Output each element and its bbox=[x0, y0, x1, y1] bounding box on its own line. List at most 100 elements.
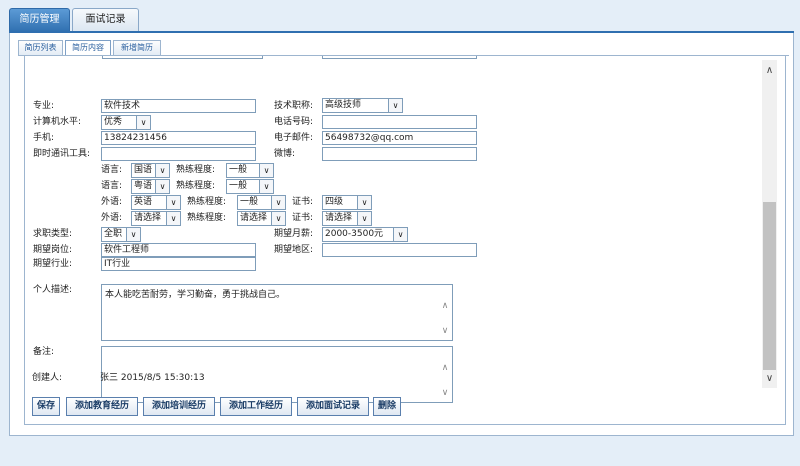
language-1-proficiency-label: 熟练程度: bbox=[176, 165, 216, 175]
tab-resume-content[interactable]: 简历内容 bbox=[65, 40, 111, 56]
chevron-up-icon[interactable]: ∧ bbox=[438, 301, 452, 311]
mobile-label: 手机: bbox=[33, 133, 55, 143]
chevron-down-icon: ∨ bbox=[388, 99, 402, 112]
mobile-input[interactable]: 13824231456 bbox=[101, 131, 256, 145]
chevron-up-icon[interactable]: ∧ bbox=[438, 363, 452, 373]
tech-title-label: 技术职称: bbox=[274, 101, 314, 111]
chevron-down-icon: ∨ bbox=[155, 180, 169, 193]
language-1-proficiency-value: 一般 bbox=[229, 165, 248, 175]
language-1-value: 国语 bbox=[134, 165, 153, 175]
expected-position-input[interactable]: 软件工程师 bbox=[101, 243, 256, 257]
chevron-down-icon: ∨ bbox=[357, 212, 371, 225]
phone-input[interactable] bbox=[322, 115, 477, 129]
save-button[interactable]: 保存 bbox=[32, 397, 60, 416]
tech-title-value: 高级技师 bbox=[325, 100, 362, 110]
chevron-down-icon: ∨ bbox=[271, 196, 285, 209]
expected-salary-label: 期望月薪: bbox=[274, 229, 314, 239]
foreign-language-1-cert-select[interactable]: 四级 ∨ bbox=[322, 195, 372, 210]
tab-interview-records[interactable]: 面试记录 bbox=[72, 8, 139, 32]
chevron-down-icon: ∨ bbox=[155, 164, 169, 177]
resume-form: 专业: 软件技术 技术职称: 高级技师 ∨ 计算机水平: 优秀 ∨ 电话号码: … bbox=[24, 56, 786, 425]
job-type-select[interactable]: 全职 ∨ bbox=[101, 227, 141, 242]
expected-industry-input[interactable]: IT行业 bbox=[101, 257, 256, 271]
chevron-down-icon[interactable]: ∨ bbox=[438, 388, 452, 398]
foreign-language-1-proficiency-value: 一般 bbox=[240, 197, 259, 207]
expected-salary-value: 2000-3500元 bbox=[325, 229, 384, 239]
expected-area-label: 期望地区: bbox=[274, 245, 314, 255]
chevron-down-icon[interactable]: ∨ bbox=[762, 372, 777, 386]
chevron-down-icon: ∨ bbox=[271, 212, 285, 225]
textarea-scrollbar[interactable]: ∧ ∨ bbox=[438, 347, 452, 402]
language-2-proficiency-select[interactable]: 一般 ∨ bbox=[226, 179, 274, 194]
foreign-language-2-cert-select[interactable]: 请选择 ∨ bbox=[322, 211, 372, 226]
main-panel: 简历列表 简历内容 新增简历 专业: 软件技术 技术职称: 高级技师 ∨ 计算机… bbox=[9, 33, 794, 436]
tech-title-select[interactable]: 高级技师 ∨ bbox=[322, 98, 403, 113]
chevron-down-icon: ∨ bbox=[259, 164, 273, 177]
computer-level-label: 计算机水平: bbox=[33, 117, 82, 127]
chevron-down-icon: ∨ bbox=[136, 116, 150, 129]
language-1-proficiency-select[interactable]: 一般 ∨ bbox=[226, 163, 274, 178]
email-input[interactable]: 56498732@qq.com bbox=[322, 131, 477, 145]
language-1-select[interactable]: 国语 ∨ bbox=[131, 163, 170, 178]
tab-resume-list[interactable]: 简历列表 bbox=[18, 40, 63, 55]
weibo-input[interactable] bbox=[322, 147, 477, 161]
language-2-select[interactable]: 粤语 ∨ bbox=[131, 179, 170, 194]
email-label: 电子邮件: bbox=[274, 133, 314, 143]
scrollbar-thumb[interactable] bbox=[763, 202, 776, 370]
creator-value: 张三 2015/8/5 15:30:13 bbox=[100, 373, 205, 383]
foreign-language-1-cert-value: 四级 bbox=[325, 197, 344, 207]
add-work-button[interactable]: 添加工作经历 bbox=[220, 397, 292, 416]
chevron-down-icon: ∨ bbox=[393, 228, 407, 241]
chevron-down-icon: ∨ bbox=[126, 228, 140, 241]
add-training-button[interactable]: 添加培训经历 bbox=[143, 397, 215, 416]
description-text: 本人能吃苦耐劳，学习勤奋，勇于挑战自己。 bbox=[105, 290, 286, 300]
im-tool-input[interactable] bbox=[101, 147, 256, 161]
major-input[interactable]: 软件技术 bbox=[101, 99, 256, 113]
expected-area-input[interactable] bbox=[322, 243, 477, 257]
description-textarea[interactable]: 本人能吃苦耐劳，学习勤奋，勇于挑战自己。 ∧ ∨ bbox=[101, 284, 453, 341]
foreign-language-1-proficiency-select[interactable]: 一般 ∨ bbox=[237, 195, 286, 210]
chevron-down-icon: ∨ bbox=[357, 196, 371, 209]
remark-label: 备注: bbox=[33, 347, 55, 357]
phone-label: 电话号码: bbox=[274, 117, 314, 127]
foreign-language-1-label: 外语: bbox=[101, 197, 123, 207]
chevron-down-icon[interactable]: ∨ bbox=[438, 326, 452, 336]
foreign-language-2-proficiency-label: 熟练程度: bbox=[187, 213, 227, 223]
delete-button[interactable]: 删除 bbox=[373, 397, 401, 416]
page-scrollbar[interactable]: ∧ ∨ bbox=[762, 60, 777, 388]
foreign-language-2-value: 请选择 bbox=[134, 213, 162, 223]
cut-off-input-left bbox=[102, 56, 263, 59]
creator-label: 创建人: bbox=[32, 373, 63, 383]
chevron-down-icon: ∨ bbox=[259, 180, 273, 193]
computer-level-select[interactable]: 优秀 ∨ bbox=[101, 115, 151, 130]
job-type-value: 全职 bbox=[104, 229, 123, 239]
tab-resume-management[interactable]: 简历管理 bbox=[9, 8, 70, 32]
tab-new-resume[interactable]: 新增简历 bbox=[113, 40, 161, 55]
language-2-proficiency-label: 熟练程度: bbox=[176, 181, 216, 191]
chevron-down-icon: ∨ bbox=[166, 212, 180, 225]
foreign-language-1-select[interactable]: 英语 ∨ bbox=[131, 195, 181, 210]
computer-level-value: 优秀 bbox=[104, 117, 123, 127]
add-interview-button[interactable]: 添加面试记录 bbox=[297, 397, 369, 416]
weibo-label: 微博: bbox=[274, 149, 296, 159]
foreign-language-1-proficiency-label: 熟练程度: bbox=[187, 197, 227, 207]
chevron-up-icon[interactable]: ∧ bbox=[762, 64, 777, 78]
foreign-language-2-select[interactable]: 请选择 ∨ bbox=[131, 211, 181, 226]
foreign-language-2-cert-label: 证书: bbox=[292, 213, 314, 223]
language-2-value: 粤语 bbox=[134, 181, 153, 191]
expected-salary-select[interactable]: 2000-3500元 ∨ bbox=[322, 227, 408, 242]
foreign-language-2-proficiency-select[interactable]: 请选择 ∨ bbox=[237, 211, 286, 226]
foreign-language-2-proficiency-value: 请选择 bbox=[240, 213, 268, 223]
textarea-scrollbar[interactable]: ∧ ∨ bbox=[438, 285, 452, 340]
language-2-label: 语言: bbox=[101, 181, 123, 191]
im-tool-label: 即时通讯工具: bbox=[33, 149, 91, 159]
language-1-label: 语言: bbox=[101, 165, 123, 175]
foreign-language-1-value: 英语 bbox=[134, 197, 153, 207]
description-label: 个人描述: bbox=[33, 285, 73, 295]
add-education-button[interactable]: 添加教育经历 bbox=[66, 397, 138, 416]
expected-position-label: 期望岗位: bbox=[33, 245, 73, 255]
major-label: 专业: bbox=[33, 101, 55, 111]
foreign-language-2-label: 外语: bbox=[101, 213, 123, 223]
foreign-language-2-cert-value: 请选择 bbox=[325, 213, 353, 223]
language-2-proficiency-value: 一般 bbox=[229, 181, 248, 191]
